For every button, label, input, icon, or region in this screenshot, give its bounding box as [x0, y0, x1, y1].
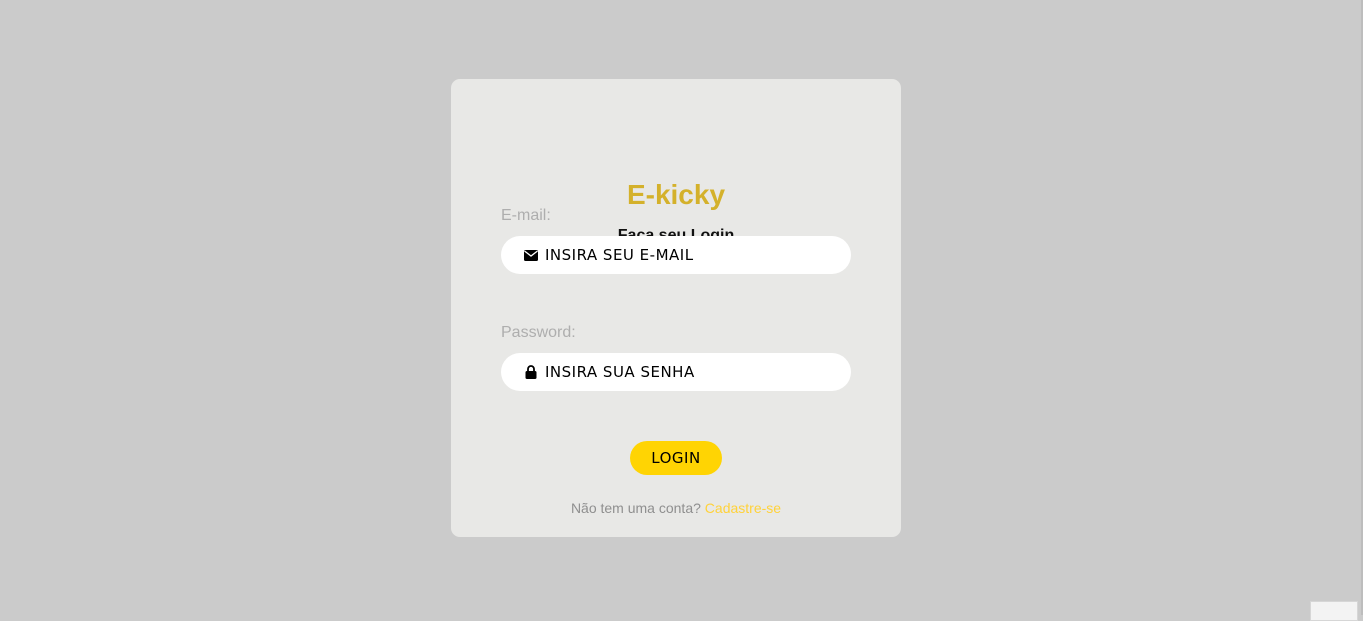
password-input[interactable]	[545, 363, 835, 381]
login-button[interactable]: LOGIN	[630, 441, 722, 475]
login-card: E-kicky Faça seu Login E-mail: Password:…	[451, 79, 901, 537]
email-field[interactable]	[501, 236, 851, 274]
email-input[interactable]	[545, 246, 835, 264]
password-label: Password:	[501, 324, 576, 341]
envelope-icon	[523, 247, 539, 263]
signup-prompt: Não tem uma conta?	[570, 500, 701, 516]
email-label: E-mail:	[501, 207, 551, 224]
lock-icon	[523, 364, 539, 380]
corner-widget	[1310, 601, 1358, 621]
signup-line: Não tem uma conta? Cadastre-se	[451, 500, 901, 516]
password-field[interactable]	[501, 353, 851, 391]
signup-link[interactable]: Cadastre-se	[705, 500, 781, 516]
